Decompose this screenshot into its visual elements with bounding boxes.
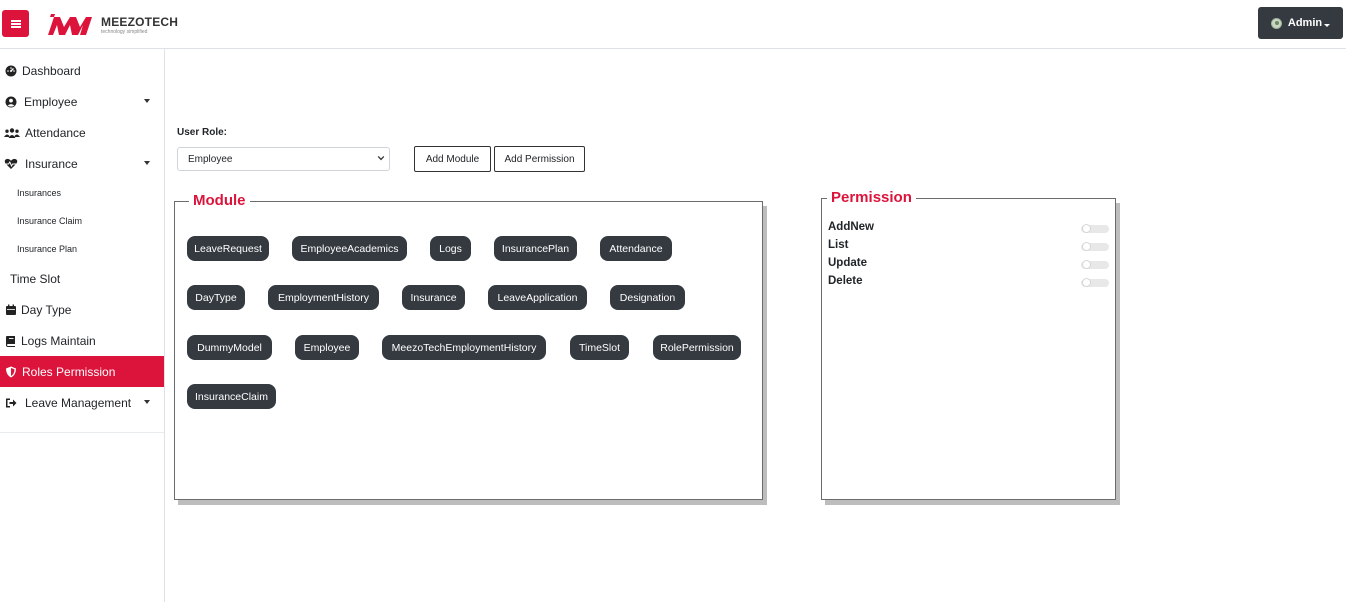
top-navbar: MEEZOTECH technology simplified Admin	[0, 0, 1346, 49]
sidebar-subitem-insurance-claim[interactable]: Insurance Claim	[0, 207, 164, 235]
brand-logo[interactable]: MEEZOTECH technology simplified	[46, 10, 178, 38]
menu-toggle-button[interactable]	[2, 10, 29, 37]
heartbeat-icon	[4, 157, 18, 170]
brand-tagline: technology simplified	[101, 28, 148, 35]
users-icon	[4, 126, 20, 139]
module-chip[interactable]: Designation	[610, 285, 685, 310]
hamburger-icon	[10, 22, 21, 25]
permission-panel	[821, 198, 1116, 500]
chevron-down-icon	[144, 99, 150, 103]
sidebar-item-leave-management[interactable]: Leave Management	[0, 387, 164, 418]
module-chip[interactable]: RolePermission	[653, 335, 741, 360]
sidebar-item-label: Attendance	[25, 125, 86, 140]
chevron-down-icon	[144, 161, 150, 165]
permission-toggle-list[interactable]	[1081, 242, 1109, 251]
chevron-down-icon	[377, 155, 385, 161]
sidebar-item-label: Logs Maintain	[21, 333, 96, 348]
module-chip[interactable]: Logs	[430, 236, 471, 261]
module-chip[interactable]: InsurancePlan	[494, 236, 577, 261]
sidebar-item-employee[interactable]: Employee	[0, 86, 164, 117]
permission-panel-title: Permission	[827, 189, 916, 207]
sidebar-item-dashboard[interactable]: Dashboard	[0, 55, 164, 86]
sidebar: Dashboard Employee Attendance Insurance …	[0, 49, 165, 602]
avatar	[1270, 17, 1282, 29]
module-chip[interactable]: DummyModel	[187, 335, 272, 360]
user-role-select[interactable]: Employee	[177, 147, 390, 171]
module-chip[interactable]: Attendance	[600, 236, 672, 261]
sidebar-subitem-label: Insurances	[17, 188, 62, 198]
module-chip[interactable]: EmploymentHistory	[268, 285, 379, 310]
book-icon	[4, 334, 17, 347]
sidebar-item-insurance[interactable]: Insurance	[0, 148, 164, 179]
permission-toggle-delete[interactable]	[1081, 278, 1109, 287]
shield-icon	[4, 365, 17, 378]
sidebar-subitem-insurance-plan[interactable]: Insurance Plan	[0, 235, 164, 263]
permission-label: AddNew	[828, 221, 874, 233]
module-chip[interactable]: LeaveRequest	[187, 236, 269, 261]
module-chip[interactable]: LeaveApplication	[488, 285, 587, 310]
module-chip[interactable]: EmployeeAcademics	[292, 236, 407, 261]
module-chip[interactable]: InsuranceClaim	[187, 384, 276, 409]
module-chip[interactable]: Insurance	[402, 285, 465, 310]
sidebar-item-time-slot[interactable]: Time Slot	[0, 263, 164, 294]
sidebar-item-label: Roles Permission	[22, 364, 116, 379]
user-circle-icon	[4, 95, 17, 108]
sidebar-item-roles-permission[interactable]: Roles Permission	[0, 356, 164, 387]
sidebar-subitem-insurances[interactable]: Insurances	[0, 179, 164, 207]
chevron-down-icon	[144, 400, 150, 404]
permission-label: Delete	[828, 275, 863, 287]
caret-down-icon	[1324, 23, 1331, 27]
module-chip[interactable]: MeezoTechEmploymentHistory	[382, 335, 546, 360]
user-menu-button[interactable]: Admin	[1258, 7, 1343, 39]
meezotech-logo-icon	[48, 14, 92, 35]
permission-label: Update	[828, 257, 867, 269]
calendar-icon	[4, 303, 17, 316]
dashboard-icon	[4, 64, 17, 77]
sidebar-item-label: Time Slot	[10, 271, 61, 286]
sidebar-item-label: Dashboard	[22, 63, 81, 78]
sidebar-subitem-label: Insurance Claim	[17, 216, 83, 226]
brand-name: MEEZOTECH	[101, 14, 179, 29]
sidebar-divider	[0, 418, 164, 433]
sidebar-item-label: Insurance	[25, 156, 78, 171]
sidebar-subitem-label: Insurance Plan	[17, 244, 78, 254]
sidebar-item-day-type[interactable]: Day Type	[0, 294, 164, 325]
permission-toggle-update[interactable]	[1081, 260, 1109, 269]
sidebar-item-logs-maintain[interactable]: Logs Maintain	[0, 325, 164, 356]
module-chip[interactable]: DayType	[187, 285, 245, 310]
module-chip[interactable]: TimeSlot	[570, 335, 629, 360]
sign-out-icon	[4, 396, 17, 409]
add-module-button[interactable]: Add Module	[414, 146, 491, 172]
user-role-value: Employee	[188, 153, 233, 165]
permission-toggle-addnew[interactable]	[1081, 224, 1109, 233]
module-panel-title: Module	[189, 192, 250, 210]
user-menu-label: Admin	[1287, 17, 1323, 29]
sidebar-item-label: Leave Management	[25, 395, 132, 410]
sidebar-item-attendance[interactable]: Attendance	[0, 117, 164, 148]
user-role-label: User Role:	[177, 127, 228, 138]
permission-label: List	[828, 239, 849, 251]
sidebar-item-label: Employee	[24, 94, 78, 109]
sidebar-item-label: Day Type	[21, 302, 72, 317]
module-chip[interactable]: Employee	[295, 335, 359, 360]
add-permission-button[interactable]: Add Permission	[494, 146, 585, 172]
